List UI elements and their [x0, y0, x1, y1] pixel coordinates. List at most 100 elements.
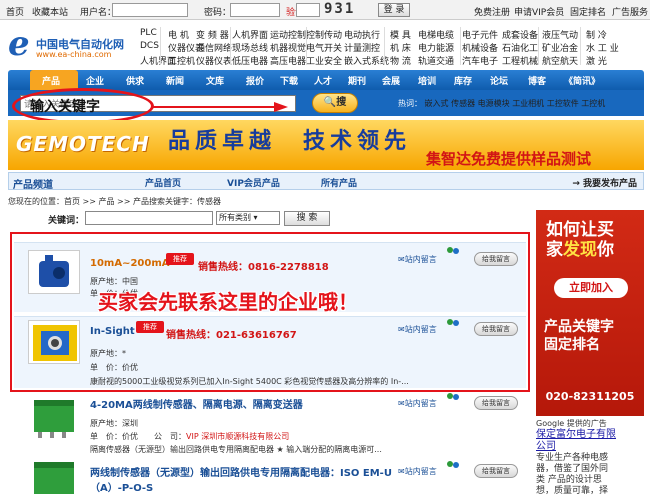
product-title-link[interactable]: 两线制传感器（无源型）输出回路供电专用隔离配电器：ISO EM-U: [90, 464, 392, 479]
category-link[interactable]: 轨道交通: [418, 54, 454, 67]
category-link[interactable]: 变 频 器: [196, 28, 229, 41]
contacts-icon[interactable]: [446, 392, 460, 404]
nav-tab[interactable]: 期刊: [348, 74, 366, 87]
publish-product-link[interactable]: → 我要发布产品: [572, 176, 637, 189]
product-thumbnail[interactable]: [28, 460, 80, 497]
category-link[interactable]: 制 冷: [586, 28, 607, 41]
product-title-link-cont[interactable]: （A）-P-O-S: [90, 479, 153, 494]
category-link[interactable]: 汽车电子: [462, 54, 498, 67]
banner-subtitle: 集智达免费提供样品测试: [426, 150, 592, 168]
category-link[interactable]: 电动执行: [344, 28, 380, 41]
category-link[interactable]: 低压电器: [232, 54, 268, 67]
category-link[interactable]: 激 光: [586, 54, 607, 67]
leave-message-button[interactable]: 给我留言: [474, 396, 518, 410]
tab-product-home[interactable]: 产品首页: [145, 176, 181, 189]
hot-word-link[interactable]: 工业相机: [512, 99, 544, 108]
category-link[interactable]: 嵌入式系统: [344, 54, 389, 67]
nav-tab[interactable]: 报价: [246, 74, 264, 87]
category-link[interactable]: 通信网络: [196, 41, 232, 54]
nav-tab[interactable]: 新闻: [166, 74, 184, 87]
category-link[interactable]: 模 具: [390, 28, 411, 41]
category-link[interactable]: 人机界面: [232, 28, 268, 41]
category-link[interactable]: 物 流: [390, 54, 411, 67]
nav-tab[interactable]: 产品: [42, 74, 60, 87]
category-link[interactable]: 运动控制: [270, 28, 306, 41]
category-link[interactable]: 液压气动: [542, 28, 578, 41]
home-link[interactable]: 首页: [6, 5, 24, 18]
category-link[interactable]: 机械设备: [462, 41, 498, 54]
product-thumbnail[interactable]: [28, 396, 80, 440]
category-link[interactable]: 成套设备: [502, 28, 538, 41]
nav-tab[interactable]: 企业: [86, 74, 104, 87]
search-button[interactable]: 🔍搜: [312, 93, 358, 113]
nav-tab[interactable]: 下载: [280, 74, 298, 87]
keyword-search-button[interactable]: 搜 索: [284, 211, 330, 226]
nav-tab[interactable]: 培训: [418, 74, 436, 87]
keyword-input[interactable]: [85, 211, 213, 225]
username-input[interactable]: [112, 3, 188, 17]
category-link[interactable]: 石油化工: [502, 41, 538, 54]
category-link[interactable]: 现场总线: [232, 41, 268, 54]
category-link[interactable]: 仪器仪表: [196, 54, 232, 67]
hot-word-link[interactable]: 电源模块: [478, 99, 510, 108]
category-link[interactable]: 工控机: [168, 54, 195, 67]
leave-message-button[interactable]: 给我留言: [474, 464, 518, 478]
join-now-button[interactable]: 立即加入: [554, 278, 628, 298]
hot-word-link[interactable]: 工控机: [581, 99, 605, 108]
category-link[interactable]: 航空航天: [542, 54, 578, 67]
category-select[interactable]: 所有类别 ▾: [216, 211, 280, 225]
nav-tab[interactable]: 文库: [206, 74, 224, 87]
nav-tab[interactable]: 会展: [382, 74, 400, 87]
category-link[interactable]: 工业安全: [306, 54, 342, 67]
category-link[interactable]: 矿业冶金: [542, 41, 578, 54]
vip-apply-link[interactable]: 申请VIP会员: [514, 5, 564, 18]
product-origin: 原产地：深圳: [90, 419, 138, 428]
category-link[interactable]: 电梯电缆: [418, 28, 454, 41]
google-ad-link[interactable]: 保定富尔电子有限: [536, 429, 644, 441]
nav-tab[interactable]: 博客: [528, 74, 546, 87]
contacts-icon[interactable]: [446, 460, 460, 472]
tab-all-products[interactable]: 所有产品: [321, 176, 357, 189]
right-ad[interactable]: 如何让买 家发现你 立即加入 产品关键字 固定排名 020-82311205: [536, 210, 644, 416]
tab-vip-products[interactable]: VIP会员产品: [227, 176, 280, 189]
product-title-link[interactable]: 4-20MA两线制传感器、隔离电源、隔离变送器: [90, 396, 303, 411]
google-ad-text: 想，质量可靠，择: [536, 486, 609, 496]
password-input[interactable]: [230, 3, 280, 17]
nav-tab[interactable]: 供求: [126, 74, 144, 87]
nav-tab[interactable]: 库存: [454, 74, 472, 87]
category-link[interactable]: 电子元件: [462, 28, 498, 41]
site-message-link[interactable]: ✉站内留言: [398, 398, 437, 409]
category-link[interactable]: DCS: [140, 41, 159, 51]
category-divider: [460, 27, 461, 65]
category-link[interactable]: 控制传动: [306, 28, 342, 41]
category-link[interactable]: 计量测控: [344, 41, 380, 54]
promo-banner[interactable]: GEMOTECH 品质卓越 技术领先 集智达免费提供样品测试: [8, 120, 644, 170]
nav-tab[interactable]: 《简讯》: [564, 74, 600, 87]
category-link[interactable]: 工程机械: [502, 54, 538, 67]
category-link[interactable]: 高压电器: [270, 54, 306, 67]
nav-tab[interactable]: 人才: [314, 74, 332, 87]
category-link[interactable]: 机器视觉: [270, 41, 306, 54]
hot-word-link[interactable]: 工控软件: [547, 99, 579, 108]
category-link[interactable]: 电 机: [168, 28, 189, 41]
ad-service-link[interactable]: 广告服务: [612, 5, 648, 18]
google-ad-link-cont[interactable]: 公司: [536, 441, 644, 453]
category-link[interactable]: 电气开关: [306, 41, 342, 54]
category-link[interactable]: 机 床: [390, 41, 411, 54]
login-button[interactable]: 登 录: [378, 3, 410, 17]
hot-word-link[interactable]: 嵌入式: [425, 99, 449, 108]
search-icon: 🔍: [323, 97, 337, 108]
register-link[interactable]: 免费注册: [474, 5, 510, 18]
nav-tab[interactable]: 论坛: [490, 74, 508, 87]
logo-url: www.ea-china.com: [36, 50, 112, 59]
captcha-input[interactable]: [296, 3, 320, 17]
category-link[interactable]: PLC: [140, 28, 157, 38]
hot-word-link[interactable]: 传感器: [451, 99, 475, 108]
fixed-rank-link[interactable]: 固定排名: [570, 5, 606, 18]
site-logo[interactable]: e 中国电气自动化网 www.ea-china.com: [4, 24, 130, 68]
site-message-link[interactable]: ✉站内留言: [398, 466, 437, 477]
google-ad-text: 类 产品的设计思: [536, 475, 602, 485]
category-link[interactable]: 电力能源: [418, 41, 454, 54]
favorite-link[interactable]: 收藏本站: [32, 5, 68, 18]
category-link[interactable]: 水 工 业: [586, 41, 619, 54]
